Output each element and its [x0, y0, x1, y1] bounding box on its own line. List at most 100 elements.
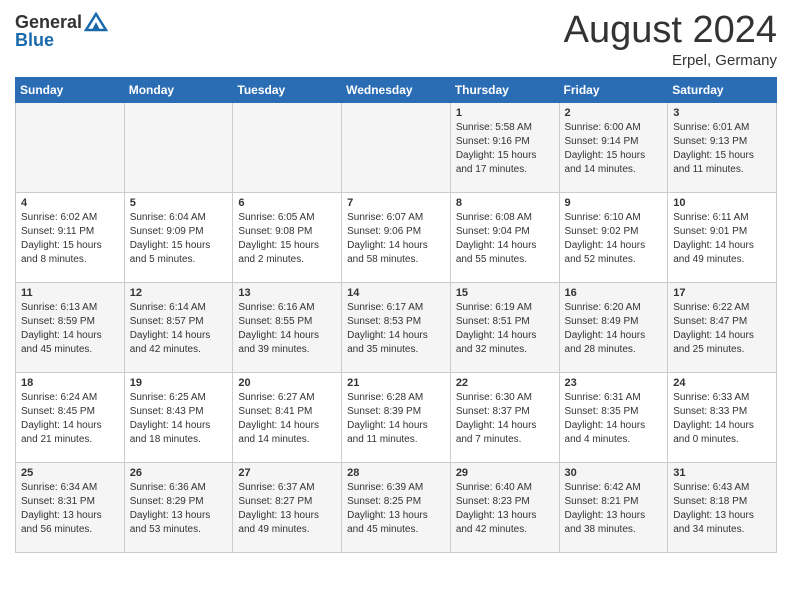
calendar-cell: 22 Sunrise: 6:30 AM Sunset: 8:37 PM Dayli…: [450, 372, 559, 462]
calendar-cell: 3 Sunrise: 6:01 AM Sunset: 9:13 PM Daylig…: [668, 102, 777, 192]
day-info: Sunrise: 6:30 AM Sunset: 8:37 PM Dayligh…: [456, 391, 554, 447]
day-info: Sunrise: 6:28 AM Sunset: 8:39 PM Dayligh…: [347, 391, 445, 447]
calendar-cell: 25Sunrise: 6:34 AM Sunset: 8:31 PM Dayli…: [16, 462, 125, 552]
day-number: 27: [238, 467, 336, 479]
calendar-cell: 28 Sunrise: 6:39 AM Sunset: 8:25 PM Dayli…: [342, 462, 451, 552]
day-info: Sunrise: 6:11 AM Sunset: 9:01 PM Dayligh…: [673, 211, 771, 267]
day-info: Sunrise: 6:07 AM Sunset: 9:06 PM Dayligh…: [347, 211, 445, 267]
title-block: August 2024 Erpel, Germany: [564, 10, 777, 69]
calendar-cell: 4 Sunrise: 6:02 AM Sunset: 9:11 PM Daylig…: [16, 192, 125, 282]
day-of-week-header: Saturday: [668, 77, 777, 102]
calendar-cell: 26 Sunrise: 6:36 AM Sunset: 8:29 PM Dayli…: [124, 462, 233, 552]
day-number: 28: [347, 467, 445, 479]
day-info: Sunrise: 6:13 AM Sunset: 8:59 PM Dayligh…: [21, 301, 119, 357]
calendar-week-row: 25Sunrise: 6:34 AM Sunset: 8:31 PM Dayli…: [16, 462, 777, 552]
day-info: Sunrise: 5:58 AM Sunset: 9:16 PM Dayligh…: [456, 121, 554, 177]
location-subtitle: Erpel, Germany: [564, 52, 777, 69]
day-of-week-header: Monday: [124, 77, 233, 102]
day-info: Sunrise: 6:42 AM Sunset: 8:21 PM Dayligh…: [565, 481, 663, 537]
logo-icon: [84, 10, 108, 34]
day-number: 14: [347, 287, 445, 299]
day-info: Sunrise: 6:27 AM Sunset: 8:41 PM Dayligh…: [238, 391, 336, 447]
day-number: 25: [21, 467, 119, 479]
calendar-cell: 31 Sunrise: 6:43 AM Sunset: 8:18 PM Dayli…: [668, 462, 777, 552]
calendar-cell: [342, 102, 451, 192]
calendar-cell: 14 Sunrise: 6:17 AM Sunset: 8:53 PM Dayli…: [342, 282, 451, 372]
day-of-week-header: Wednesday: [342, 77, 451, 102]
day-info: Sunrise: 6:01 AM Sunset: 9:13 PM Dayligh…: [673, 121, 771, 177]
day-info: Sunrise: 6:36 AM Sunset: 8:29 PM Dayligh…: [130, 481, 228, 537]
page-header: General Blue August 2024 Erpel, Germany: [15, 10, 777, 69]
day-number: 11: [21, 287, 119, 299]
calendar-cell: 23Sunrise: 6:31 AM Sunset: 8:35 PM Dayli…: [559, 372, 668, 462]
calendar-table: SundayMondayTuesdayWednesdayThursdayFrid…: [15, 77, 777, 553]
day-number: 1: [456, 107, 554, 119]
calendar-cell: 13Sunrise: 6:16 AM Sunset: 8:55 PM Dayli…: [233, 282, 342, 372]
day-number: 3: [673, 107, 771, 119]
day-info: Sunrise: 6:14 AM Sunset: 8:57 PM Dayligh…: [130, 301, 228, 357]
day-info: Sunrise: 6:16 AM Sunset: 8:55 PM Dayligh…: [238, 301, 336, 357]
calendar-cell: 6 Sunrise: 6:05 AM Sunset: 9:08 PM Daylig…: [233, 192, 342, 282]
day-number: 4: [21, 197, 119, 209]
day-info: Sunrise: 6:10 AM Sunset: 9:02 PM Dayligh…: [565, 211, 663, 267]
day-info: Sunrise: 6:05 AM Sunset: 9:08 PM Dayligh…: [238, 211, 336, 267]
calendar-cell: 9 Sunrise: 6:10 AM Sunset: 9:02 PM Daylig…: [559, 192, 668, 282]
calendar-cell: 19 Sunrise: 6:25 AM Sunset: 8:43 PM Dayli…: [124, 372, 233, 462]
logo-blue-text: Blue: [15, 30, 54, 51]
day-info: Sunrise: 6:17 AM Sunset: 8:53 PM Dayligh…: [347, 301, 445, 357]
calendar-cell: [124, 102, 233, 192]
day-info: Sunrise: 6:43 AM Sunset: 8:18 PM Dayligh…: [673, 481, 771, 537]
day-info: Sunrise: 6:04 AM Sunset: 9:09 PM Dayligh…: [130, 211, 228, 267]
day-number: 6: [238, 197, 336, 209]
calendar-cell: 30 Sunrise: 6:42 AM Sunset: 8:21 PM Dayli…: [559, 462, 668, 552]
calendar-cell: 7Sunrise: 6:07 AM Sunset: 9:06 PM Daylig…: [342, 192, 451, 282]
day-info: Sunrise: 6:00 AM Sunset: 9:14 PM Dayligh…: [565, 121, 663, 177]
day-info: Sunrise: 6:08 AM Sunset: 9:04 PM Dayligh…: [456, 211, 554, 267]
calendar-cell: 8Sunrise: 6:08 AM Sunset: 9:04 PM Daylig…: [450, 192, 559, 282]
calendar-cell: 20 Sunrise: 6:27 AM Sunset: 8:41 PM Dayli…: [233, 372, 342, 462]
calendar-cell: 15 Sunrise: 6:19 AM Sunset: 8:51 PM Dayli…: [450, 282, 559, 372]
day-info: Sunrise: 6:02 AM Sunset: 9:11 PM Dayligh…: [21, 211, 119, 267]
calendar-cell: 11 Sunrise: 6:13 AM Sunset: 8:59 PM Dayli…: [16, 282, 125, 372]
calendar-cell: 17 Sunrise: 6:22 AM Sunset: 8:47 PM Dayli…: [668, 282, 777, 372]
day-number: 9: [565, 197, 663, 209]
day-number: 19: [130, 377, 228, 389]
calendar-cell: 21Sunrise: 6:28 AM Sunset: 8:39 PM Dayli…: [342, 372, 451, 462]
day-of-week-header: Friday: [559, 77, 668, 102]
calendar-cell: 27Sunrise: 6:37 AM Sunset: 8:27 PM Dayli…: [233, 462, 342, 552]
calendar-week-row: 4 Sunrise: 6:02 AM Sunset: 9:11 PM Daylig…: [16, 192, 777, 282]
day-info: Sunrise: 6:19 AM Sunset: 8:51 PM Dayligh…: [456, 301, 554, 357]
day-number: 17: [673, 287, 771, 299]
day-number: 26: [130, 467, 228, 479]
calendar-cell: 16 Sunrise: 6:20 AM Sunset: 8:49 PM Dayli…: [559, 282, 668, 372]
day-info: Sunrise: 6:25 AM Sunset: 8:43 PM Dayligh…: [130, 391, 228, 447]
calendar-cell: 18Sunrise: 6:24 AM Sunset: 8:45 PM Dayli…: [16, 372, 125, 462]
month-year-title: August 2024: [564, 10, 777, 52]
calendar-header-row: SundayMondayTuesdayWednesdayThursdayFrid…: [16, 77, 777, 102]
day-info: Sunrise: 6:20 AM Sunset: 8:49 PM Dayligh…: [565, 301, 663, 357]
day-number: 10: [673, 197, 771, 209]
day-of-week-header: Thursday: [450, 77, 559, 102]
calendar-cell: [16, 102, 125, 192]
day-info: Sunrise: 6:33 AM Sunset: 8:33 PM Dayligh…: [673, 391, 771, 447]
day-number: 30: [565, 467, 663, 479]
calendar-cell: 5Sunrise: 6:04 AM Sunset: 9:09 PM Daylig…: [124, 192, 233, 282]
calendar-cell: 12Sunrise: 6:14 AM Sunset: 8:57 PM Dayli…: [124, 282, 233, 372]
day-number: 24: [673, 377, 771, 389]
day-number: 15: [456, 287, 554, 299]
logo: General Blue: [15, 10, 108, 51]
day-number: 23: [565, 377, 663, 389]
day-number: 16: [565, 287, 663, 299]
day-info: Sunrise: 6:22 AM Sunset: 8:47 PM Dayligh…: [673, 301, 771, 357]
calendar-cell: 29Sunrise: 6:40 AM Sunset: 8:23 PM Dayli…: [450, 462, 559, 552]
day-number: 31: [673, 467, 771, 479]
calendar-cell: 24 Sunrise: 6:33 AM Sunset: 8:33 PM Dayli…: [668, 372, 777, 462]
calendar-cell: 2Sunrise: 6:00 AM Sunset: 9:14 PM Daylig…: [559, 102, 668, 192]
calendar-week-row: 11 Sunrise: 6:13 AM Sunset: 8:59 PM Dayli…: [16, 282, 777, 372]
calendar-cell: 10 Sunrise: 6:11 AM Sunset: 9:01 PM Dayli…: [668, 192, 777, 282]
day-number: 20: [238, 377, 336, 389]
calendar-cell: [233, 102, 342, 192]
day-info: Sunrise: 6:39 AM Sunset: 8:25 PM Dayligh…: [347, 481, 445, 537]
day-number: 22: [456, 377, 554, 389]
day-number: 29: [456, 467, 554, 479]
